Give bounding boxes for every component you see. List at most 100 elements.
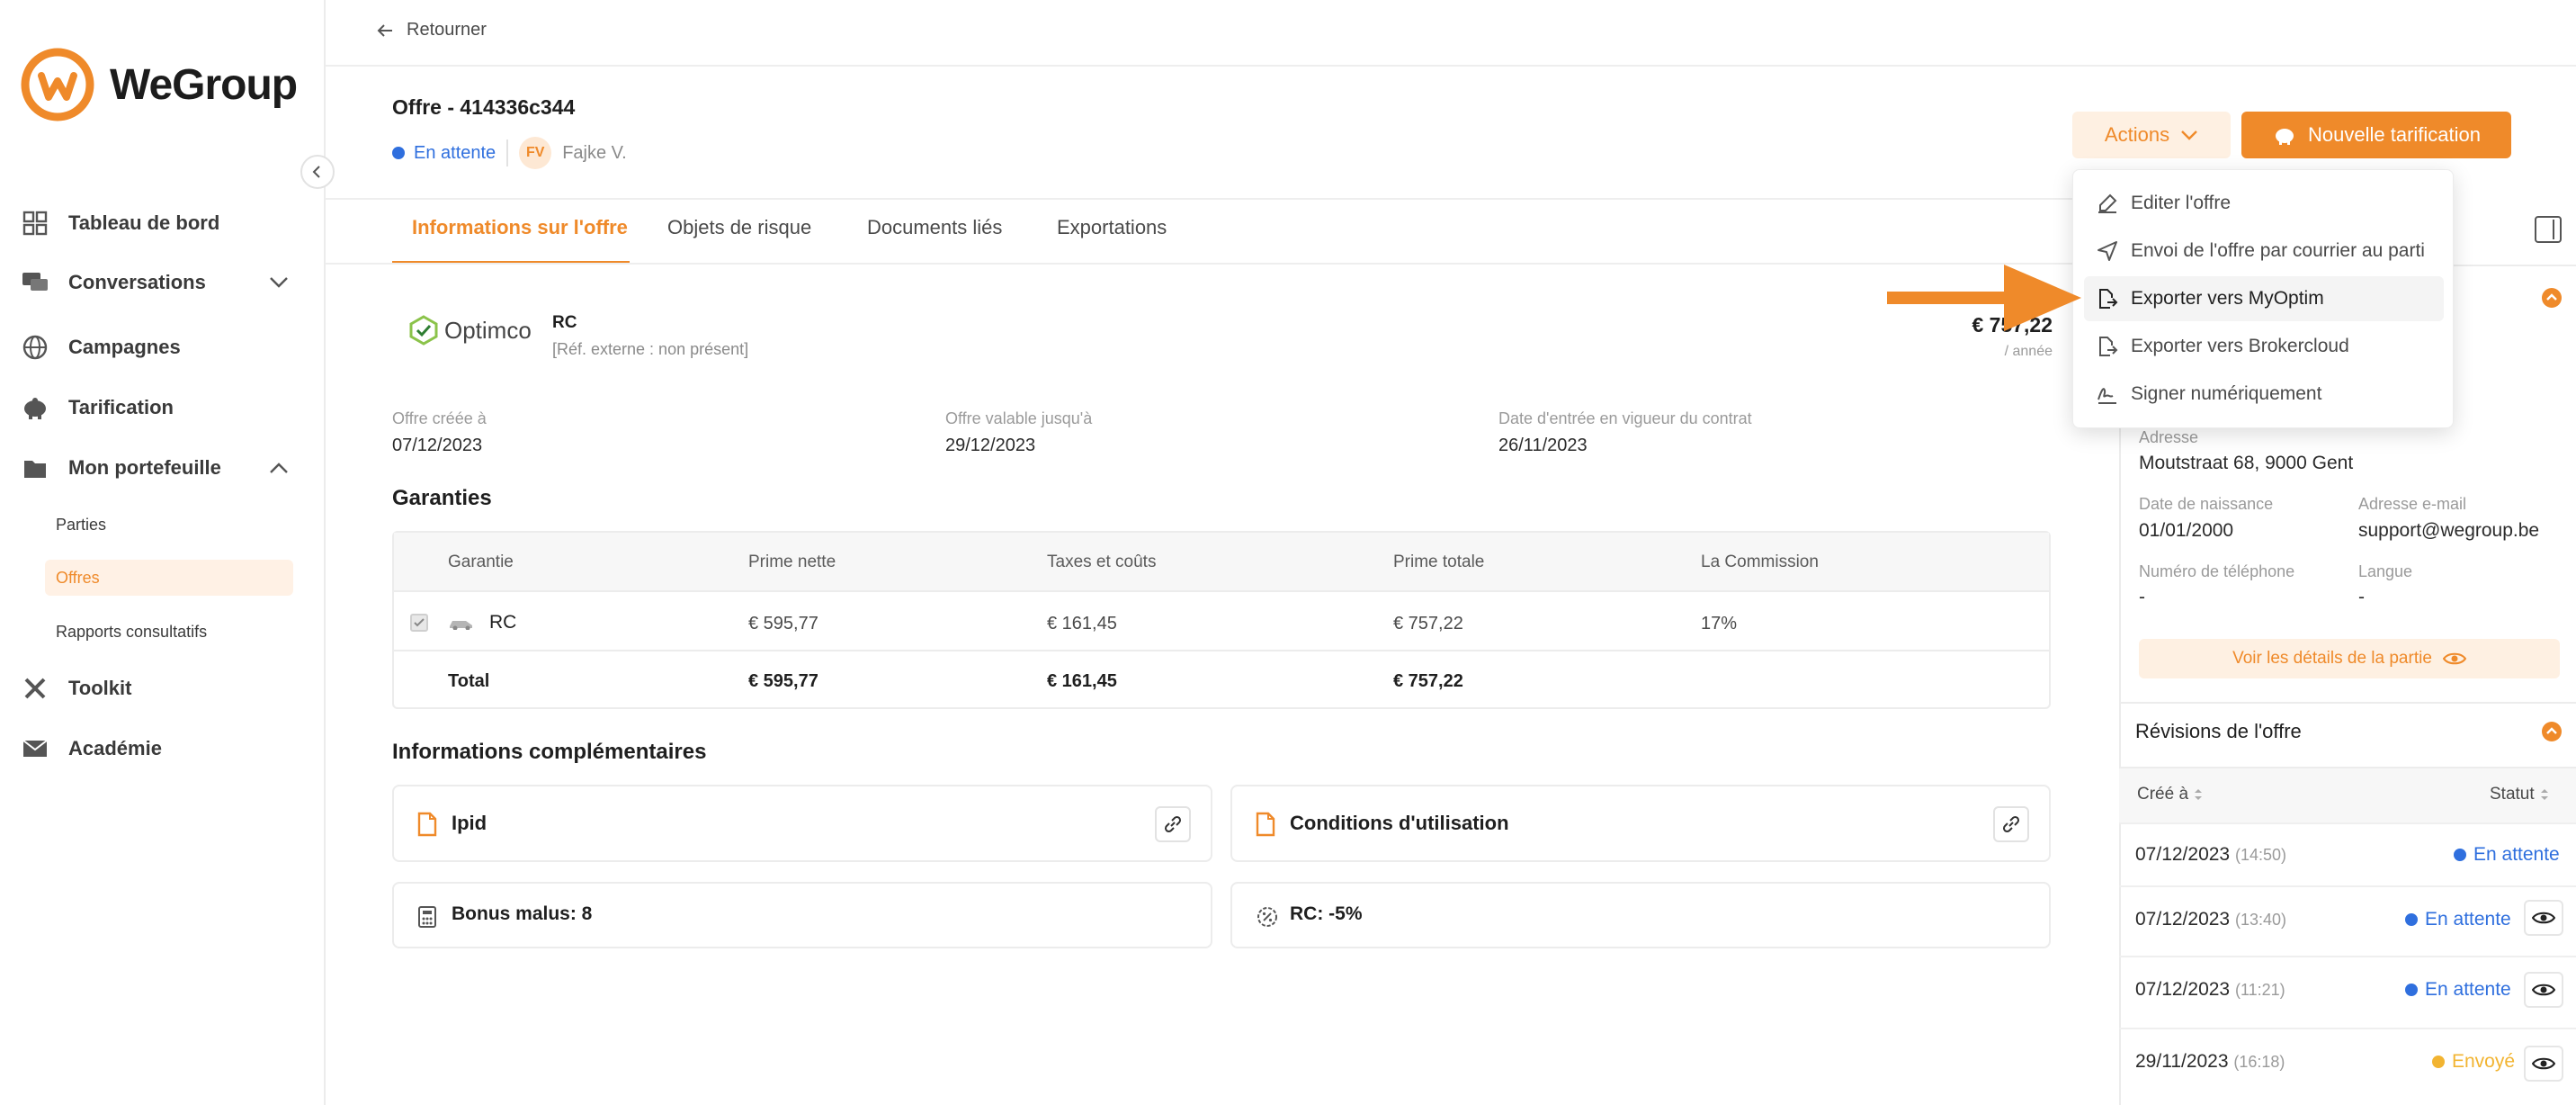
link-icon — [2002, 815, 2020, 833]
document-card-ipid[interactable]: Ipid — [392, 785, 1212, 862]
collapse-revisions-icon[interactable] — [2542, 722, 2562, 741]
new-tarification-label: Nouvelle tarification — [2308, 123, 2481, 146]
address-value: Moutstraat 68, 9000 Gent — [2139, 453, 2354, 473]
view-party-details-button[interactable]: Voir les détails de la partie — [2139, 639, 2560, 678]
revision-date: 07/12/2023 (11:21) — [2135, 979, 2285, 1000]
logo[interactable]: WeGroup — [18, 45, 298, 124]
col-status-label: Statut — [2490, 785, 2535, 804]
chat-icon — [20, 267, 50, 298]
nav-item-conversations[interactable]: Conversations — [20, 263, 206, 302]
revision-status: Envoyé — [2432, 1051, 2515, 1073]
sub-item-rapports[interactable]: Rapports consultatifs — [56, 614, 207, 650]
link-button[interactable] — [1155, 806, 1191, 842]
bonus-malus-text: Bonus malus: 8 — [452, 903, 593, 924]
new-tarification-button[interactable]: Nouvelle tarification — [2241, 112, 2511, 158]
file-export-icon — [2099, 337, 2118, 356]
header-divider — [326, 198, 2119, 200]
status-divider — [506, 139, 509, 166]
effective-label: Date d'entrée en vigueur du contrat — [1498, 409, 1752, 427]
offer-status-line: En attente FV Fajke V. — [392, 137, 627, 169]
tools-icon — [20, 673, 50, 704]
nav-label: Tableau de bord — [68, 211, 220, 234]
view-revision-button[interactable] — [2524, 900, 2563, 936]
actions-button[interactable]: Actions — [2072, 112, 2231, 158]
nav-item-campagnes[interactable]: Campagnes — [20, 328, 181, 367]
file-export-icon — [2099, 289, 2118, 309]
cell-taxes: € 161,45 — [1047, 614, 1117, 633]
optimco-logo-icon — [409, 315, 438, 346]
menu-item-export-brokercloud[interactable]: Exporter vers Brokercloud — [2084, 324, 2444, 369]
revision-row[interactable]: 29/11/2023 (16:18) Envoyé — [2119, 1028, 2576, 1105]
guarantees-table: Garantie Prime nette Taxes et coûts Prim… — [392, 531, 2051, 709]
link-icon — [1164, 815, 1182, 833]
tab-documents[interactable]: Documents liés — [867, 216, 1002, 239]
created-value: 07/12/2023 — [392, 436, 483, 455]
sidebar: WeGroup Tableau de bord Conversations Ca… — [0, 0, 335, 1105]
revision-row[interactable]: 07/12/2023 (14:50) En attente — [2119, 822, 2576, 885]
col-created[interactable]: Créé à — [2137, 785, 2203, 804]
nav-item-toolkit[interactable]: Toolkit — [20, 669, 131, 708]
email-label: Adresse e-mail — [2358, 495, 2467, 513]
nav-label: Mon portefeuille — [68, 456, 221, 479]
chevron-down-icon[interactable] — [268, 275, 290, 290]
valid-label: Offre valable jusqu'à — [945, 409, 1093, 427]
avatar: FV — [519, 137, 552, 169]
link-button[interactable] — [1993, 806, 2029, 842]
cell-prime-nette: € 595,77 — [748, 614, 818, 633]
sub-item-parties[interactable]: Parties — [56, 507, 106, 543]
menu-item-sign[interactable]: Signer numériquement — [2084, 372, 2444, 417]
piggy-icon — [20, 392, 50, 423]
cell-commission: 17% — [1701, 614, 1738, 633]
collapse-sidebar-button[interactable] — [300, 155, 335, 189]
phone-label: Numéro de téléphone — [2139, 562, 2295, 580]
tab-objets-risque[interactable]: Objets de risque — [667, 216, 811, 239]
nav-item-tarification[interactable]: Tarification — [20, 388, 174, 427]
eye-icon — [2532, 1057, 2555, 1070]
external-ref: [Réf. externe : non présent] — [552, 340, 749, 358]
revision-row[interactable]: 07/12/2023 (11:21) En attente — [2119, 956, 2576, 1026]
row-checkbox[interactable] — [410, 614, 428, 632]
nav-item-portefeuille[interactable]: Mon portefeuille — [20, 448, 221, 488]
language-label: Langue — [2358, 562, 2413, 580]
email-value: support@wegroup.be — [2358, 520, 2540, 541]
mail-icon — [20, 733, 50, 764]
view-revision-button[interactable] — [2524, 972, 2563, 1008]
cell-garantie: RC — [489, 612, 517, 633]
menu-item-send-mail[interactable]: Envoi de l'offre par courrier au parti — [2084, 229, 2444, 274]
col-commission: La Commission — [1701, 552, 1819, 571]
revision-status: En attente — [2405, 979, 2511, 1001]
brand-name: WeGroup — [110, 60, 298, 109]
status-dot — [392, 147, 405, 159]
car-icon — [450, 621, 472, 630]
table-row: RC € 595,77 € 161,45 € 757,22 17% — [394, 592, 2049, 651]
sub-item-offres[interactable]: Offres — [45, 560, 293, 596]
annotation-arrow-icon — [1887, 265, 2081, 331]
discount-icon — [1257, 907, 1277, 927]
panel-toggle-icon[interactable] — [2535, 216, 2562, 243]
total-taxes: € 161,45 — [1047, 671, 1117, 691]
col-status[interactable]: Statut — [2490, 785, 2549, 804]
back-link[interactable]: Retourner — [376, 20, 487, 40]
edit-icon — [2098, 193, 2117, 213]
menu-item-export-myoptim[interactable]: Exporter vers MyOptim — [2084, 276, 2444, 321]
wegroup-logo-icon — [21, 48, 94, 121]
tarification-icon — [2276, 129, 2294, 145]
tab-informations[interactable]: Informations sur l'offre — [412, 216, 628, 239]
collapse-party-icon[interactable] — [2542, 288, 2562, 308]
eye-icon — [2532, 984, 2555, 996]
nav-item-academie[interactable]: Académie — [20, 729, 162, 768]
col-garantie: Garantie — [448, 552, 514, 571]
chevron-up-icon[interactable] — [268, 461, 290, 475]
total-prime-nette: € 595,77 — [748, 671, 818, 691]
nav-item-dashboard[interactable]: Tableau de bord — [20, 203, 219, 243]
product-name: RC — [552, 313, 577, 332]
price-period: / année — [2004, 344, 2053, 359]
created-label: Offre créée à — [392, 409, 487, 427]
menu-item-edit-offer[interactable]: Editer l'offre — [2084, 181, 2444, 226]
tab-exportations[interactable]: Exportations — [1057, 216, 1167, 239]
menu-item-label: Exporter vers Brokercloud — [2131, 336, 2349, 356]
view-revision-button[interactable] — [2524, 1046, 2563, 1082]
document-card-conditions[interactable]: Conditions d'utilisation — [1230, 785, 2051, 862]
revision-row[interactable]: 07/12/2023 (13:40) En attente — [2119, 885, 2576, 956]
birth-label: Date de naissance — [2139, 495, 2274, 513]
